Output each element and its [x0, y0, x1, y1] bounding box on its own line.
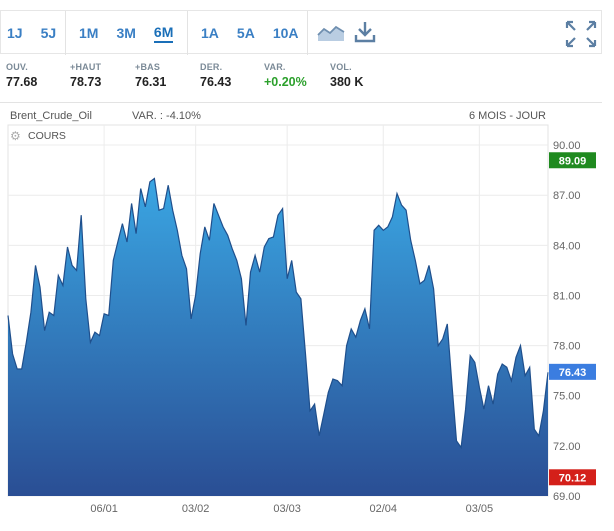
- y-tick-label: 84.00: [553, 240, 581, 252]
- y-tick-label: 69.00: [553, 491, 581, 503]
- x-tick-label: 02/04: [369, 503, 397, 515]
- y-tick-label: 78.00: [553, 341, 581, 353]
- legend-label: COURS: [28, 130, 66, 142]
- low-price-badge: 70.12: [549, 469, 596, 486]
- y-axis: 90.00 87.00 84.00 81.00 78.00 75.00 72.00 69.00: [553, 140, 581, 503]
- x-tick-label: 03/03: [273, 503, 301, 515]
- low-price-badge-label: 70.12: [559, 472, 587, 484]
- last-price-badge: 76.43: [549, 363, 596, 380]
- x-tick-label: 03/02: [182, 503, 210, 515]
- price-badges: 89.09 76.43 70.12: [549, 152, 596, 486]
- y-tick-label: 87.00: [553, 190, 581, 202]
- last-price-badge-label: 76.43: [559, 367, 587, 379]
- y-tick-label: 72.00: [553, 441, 581, 453]
- price-area: [8, 178, 548, 496]
- gear-icon[interactable]: ⚙: [10, 130, 22, 142]
- y-tick-label: 90.00: [553, 140, 581, 152]
- x-tick-label: 06/01: [90, 503, 118, 515]
- x-axis: 06/01 03/02 03/03 02/04 03/05: [90, 503, 493, 515]
- y-tick-label: 75.00: [553, 391, 581, 403]
- series-legend: ⚙ COURS: [10, 130, 66, 142]
- high-price-badge-label: 89.09: [559, 155, 587, 167]
- high-price-badge: 89.09: [549, 152, 596, 169]
- price-chart[interactable]: 90.00 87.00 84.00 81.00 78.00 75.00 72.00 69.00…: [0, 0, 614, 531]
- y-tick-label: 81.00: [553, 290, 581, 302]
- x-tick-label: 03/05: [466, 503, 494, 515]
